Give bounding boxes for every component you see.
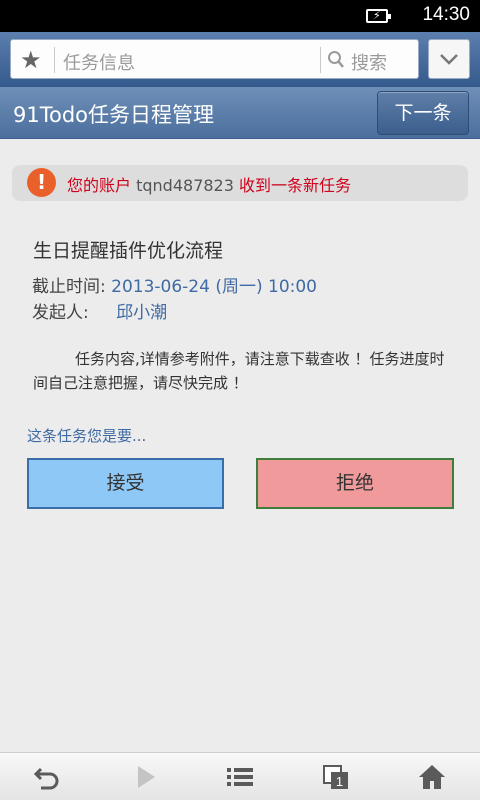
back-icon[interactable] — [33, 763, 61, 791]
notification-banner: ! 您的账户 tqnd487823 收到一条新任务 — [12, 165, 468, 201]
windows-count: 1 — [336, 774, 343, 789]
search-divider — [320, 47, 321, 73]
notification-text: 您的账户 tqnd487823 收到一条新任务 — [67, 172, 351, 196]
url-text[interactable]: 任务信息 — [63, 49, 135, 75]
browser-toolbar: ★ 任务信息 搜索 — [0, 32, 480, 87]
deadline-label: 截止时间: — [32, 277, 106, 297]
next-button[interactable]: 下一条 — [377, 91, 469, 135]
notice-prefix: 您的账户 — [67, 176, 132, 195]
initiator-label: 发起人: — [32, 303, 89, 323]
action-prompt: 这条任务您是要... — [27, 427, 147, 445]
page-title: 91Todo任务日程管理 — [13, 103, 215, 127]
initiator-value[interactable]: 邱小潮 — [116, 303, 167, 323]
url-bar[interactable]: ★ 任务信息 搜索 — [10, 39, 419, 79]
tabs-dropdown-button[interactable] — [428, 39, 470, 79]
list-icon[interactable] — [226, 763, 254, 791]
forward-icon[interactable] — [132, 763, 160, 791]
star-icon[interactable]: ★ — [20, 46, 42, 74]
notice-suffix: 收到一条新任务 — [239, 176, 352, 195]
initiator-row: 发起人: 邱小潮 — [32, 298, 167, 323]
home-icon[interactable] — [418, 763, 446, 791]
windows-icon[interactable]: 1 — [322, 763, 350, 791]
deadline-row: 截止时间: 2013-06-24 (周一) 10:00 — [32, 272, 317, 297]
chevron-down-icon — [440, 54, 458, 65]
accept-button[interactable]: 接受 — [27, 458, 224, 509]
search-icon[interactable] — [327, 50, 345, 70]
status-bar: ⚡ 14:30 — [0, 0, 480, 32]
battery-icon: ⚡ — [366, 9, 391, 23]
deadline-value: 2013-06-24 (周一) 10:00 — [111, 277, 317, 297]
url-divider — [54, 47, 55, 73]
alert-icon: ! — [27, 168, 56, 197]
search-button[interactable]: 搜索 — [351, 49, 387, 75]
status-time: 14:30 — [422, 4, 470, 25]
task-title: 生日提醒插件优化流程 — [33, 240, 224, 262]
browser-bottom-bar: 1 — [0, 752, 480, 800]
app-header: 91Todo任务日程管理 下一条 — [0, 87, 480, 139]
reject-button[interactable]: 拒绝 — [256, 458, 454, 509]
notice-account: tqnd487823 — [136, 176, 234, 195]
task-content: 任务内容,详情参考附件，请注意下载查收 ！任务进度时间自己注意把握，请尽快完成 … — [33, 350, 445, 392]
